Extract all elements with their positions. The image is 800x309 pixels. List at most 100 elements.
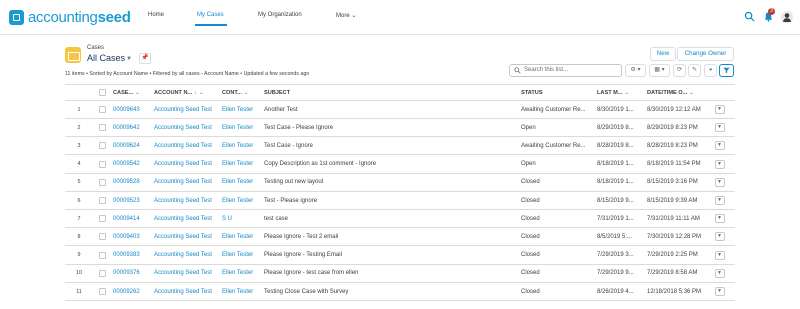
table-row[interactable]: 11 00009262 Accounting Seed Test Ellen Test… xyxy=(65,283,735,301)
chevron-down-icon[interactable]: ⌄ xyxy=(624,90,629,96)
table-row[interactable]: 7 00009414 Accounting Seed Test S Utest cas… xyxy=(65,210,735,229)
table-row[interactable]: 8 00009403 Accounting Seed Test Ellen Teste… xyxy=(65,228,735,247)
account-name-link[interactable]: Accounting Seed Test xyxy=(154,137,222,154)
nav-more[interactable]: More ⌄ xyxy=(336,12,356,19)
nav-my-organization[interactable]: My Organization xyxy=(258,12,302,18)
contact-name-link[interactable]: Ellen Tester xyxy=(222,265,262,282)
table-row[interactable]: 1 00009643 Accounting Seed Test Ellen Teste… xyxy=(65,101,735,119)
select-all-checkbox[interactable] xyxy=(99,89,106,96)
row-checkbox[interactable] xyxy=(99,124,106,132)
row-checkbox-cell[interactable] xyxy=(95,247,110,264)
new-button[interactable]: New xyxy=(650,47,676,61)
row-checkbox[interactable] xyxy=(99,251,106,259)
col-header-contact[interactable]: CONT... ⌄ xyxy=(222,85,262,100)
case-number-link[interactable]: 00009642 xyxy=(113,119,153,136)
row-checkbox-cell[interactable] xyxy=(95,119,110,136)
row-action-dropdown-icon[interactable]: ▼ xyxy=(714,287,725,296)
row-action-dropdown-icon[interactable]: ▼ xyxy=(714,105,725,114)
row-action-dropdown-icon[interactable]: ▼ xyxy=(714,123,725,133)
row-checkbox-cell[interactable] xyxy=(95,137,110,154)
row-actions-cell[interactable]: ▼ xyxy=(712,174,727,191)
app-logo[interactable]: accountingseed xyxy=(9,8,131,26)
chevron-down-icon[interactable]: ⌄ xyxy=(689,90,694,96)
list-view-dropdown-icon[interactable]: ▼ xyxy=(126,56,132,62)
row-action-dropdown-icon[interactable]: ▼ xyxy=(714,232,725,242)
table-row[interactable]: 5 00009528 Accounting Seed Test Ellen Teste… xyxy=(65,174,735,192)
case-number-link[interactable]: 00009383 xyxy=(113,247,153,264)
table-row[interactable]: 9 00009383 Accounting Seed Test Ellen Teste… xyxy=(65,247,735,265)
row-checkbox[interactable] xyxy=(99,142,106,150)
contact-name-link[interactable]: Ellen Tester xyxy=(222,119,262,136)
list-view-title[interactable]: All Cases xyxy=(87,53,125,63)
case-number-link[interactable]: 00009403 xyxy=(113,228,153,245)
chevron-down-icon[interactable]: ⌄ xyxy=(135,90,140,96)
contact-name-link[interactable]: Ellen Tester xyxy=(222,283,262,300)
row-checkbox-cell[interactable] xyxy=(95,283,110,300)
case-number-link[interactable]: 00009414 xyxy=(113,210,153,227)
select-all-checkbox-cell[interactable] xyxy=(95,85,110,100)
table-row[interactable]: 3 00009624 Accounting Seed Test Ellen Teste… xyxy=(65,137,735,156)
pin-icon[interactable]: 📌 xyxy=(139,53,151,64)
row-checkbox[interactable] xyxy=(99,106,106,113)
row-action-dropdown-icon[interactable]: ▼ xyxy=(714,177,725,187)
chevron-down-icon[interactable]: ⌄ xyxy=(244,90,249,96)
row-checkbox-cell[interactable] xyxy=(95,228,110,245)
row-actions-cell[interactable]: ▼ xyxy=(712,283,727,300)
row-actions-cell[interactable]: ▼ xyxy=(712,265,727,282)
row-checkbox[interactable] xyxy=(99,233,106,241)
row-checkbox-cell[interactable] xyxy=(95,265,110,282)
account-name-link[interactable]: Accounting Seed Test xyxy=(154,210,222,227)
row-checkbox[interactable] xyxy=(99,288,106,295)
contact-name-link[interactable]: Ellen Tester xyxy=(222,174,262,191)
col-header-status[interactable]: STATUS⌄ xyxy=(521,85,595,100)
table-row[interactable]: 10 00009376 Accounting Seed Test Ellen Test… xyxy=(65,265,735,283)
contact-name-link[interactable]: Ellen Tester xyxy=(222,192,262,209)
account-name-link[interactable]: Accounting Seed Test xyxy=(154,119,222,136)
nav-my-cases[interactable]: My Cases xyxy=(197,12,224,18)
contact-name-link[interactable]: Ellen Tester xyxy=(222,228,262,245)
row-action-dropdown-icon[interactable]: ▼ xyxy=(714,159,725,169)
case-number-link[interactable]: 00009262 xyxy=(113,283,153,300)
row-checkbox-cell[interactable] xyxy=(95,174,110,191)
case-number-link[interactable]: 00009643 xyxy=(113,101,153,118)
display-as-table-icon[interactable]: ▦ ▾ xyxy=(649,64,670,77)
row-action-dropdown-icon[interactable]: ▼ xyxy=(714,268,725,278)
row-actions-cell[interactable]: ▼ xyxy=(712,137,727,154)
row-checkbox-cell[interactable] xyxy=(95,156,110,173)
change-owner-button[interactable]: Change Owner xyxy=(677,47,734,61)
col-header-date-time-opened[interactable]: DATE/TIME O... ⌄ xyxy=(647,85,709,100)
row-checkbox[interactable] xyxy=(99,178,106,186)
row-checkbox[interactable] xyxy=(99,215,106,223)
row-checkbox-cell[interactable] xyxy=(95,101,110,118)
col-header-case[interactable]: CASE... ⌄ xyxy=(113,85,153,100)
row-checkbox-cell[interactable] xyxy=(95,192,110,209)
col-header-subject[interactable]: SUBJECT⌄ xyxy=(264,85,514,100)
contact-name-link[interactable]: S U xyxy=(222,210,262,227)
list-search-input[interactable]: Search this list... xyxy=(509,64,622,77)
contact-name-link[interactable]: Ellen Tester xyxy=(222,247,262,264)
row-actions-cell[interactable]: ▼ xyxy=(712,247,727,264)
row-action-dropdown-icon[interactable]: ▼ xyxy=(714,196,725,205)
contact-name-link[interactable]: Ellen Tester xyxy=(222,137,262,154)
edit-pencil-icon[interactable]: ✎ xyxy=(688,64,701,77)
row-actions-cell[interactable]: ▼ xyxy=(712,156,727,173)
account-name-link[interactable]: Accounting Seed Test xyxy=(154,156,222,173)
row-actions-cell[interactable]: ▼ xyxy=(712,192,727,209)
row-checkbox[interactable] xyxy=(99,269,106,277)
row-actions-cell[interactable]: ▼ xyxy=(712,210,727,227)
row-action-dropdown-icon[interactable]: ▼ xyxy=(714,141,725,151)
contact-name-link[interactable]: Ellen Tester xyxy=(222,101,262,118)
filter-icon[interactable] xyxy=(719,64,734,77)
account-name-link[interactable]: Accounting Seed Test xyxy=(154,192,222,209)
account-name-link[interactable]: Accounting Seed Test xyxy=(154,265,222,282)
case-number-link[interactable]: 00009528 xyxy=(113,174,153,191)
charts-icon[interactable]: ◕ xyxy=(704,64,717,77)
row-checkbox-cell[interactable] xyxy=(95,210,110,227)
table-row[interactable]: 2 00009642 Accounting Seed Test Ellen Teste… xyxy=(65,119,735,138)
list-settings-gear-icon[interactable]: ⚙ ▾ xyxy=(625,64,646,77)
col-header-last-modified[interactable]: LAST M... ⌄ xyxy=(597,85,645,100)
table-row[interactable]: 4 00009542 Accounting Seed Test Ellen Teste… xyxy=(65,156,735,174)
account-name-link[interactable]: Accounting Seed Test xyxy=(154,228,222,245)
account-name-link[interactable]: Accounting Seed Test xyxy=(154,247,222,264)
user-avatar-icon[interactable] xyxy=(781,11,793,23)
